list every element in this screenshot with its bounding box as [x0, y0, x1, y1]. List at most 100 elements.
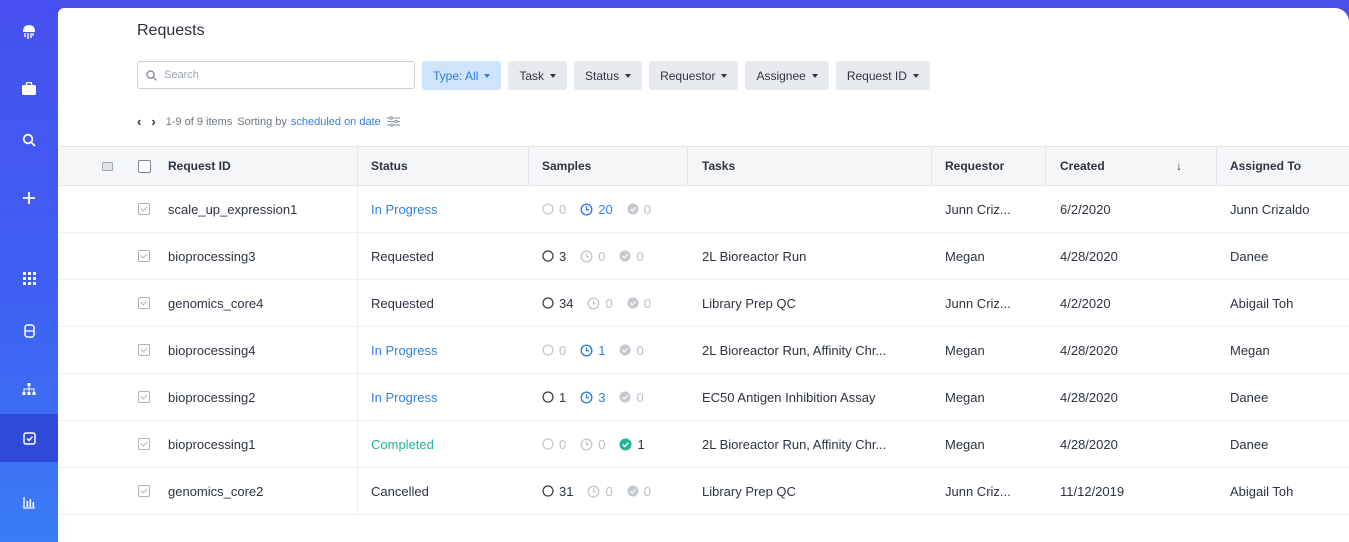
briefcase-icon[interactable] [0, 66, 58, 110]
filter-label: Status [585, 68, 620, 83]
tasks-cell: Library Prep QC [702, 483, 796, 499]
chevron-down-icon [811, 73, 818, 78]
table-row[interactable]: scale_up_expression1 In Progress 0 20 0 Junn … [58, 186, 1349, 233]
filter-task-button[interactable]: Task [508, 61, 568, 90]
col-requestor[interactable]: Requestor [945, 147, 1004, 185]
search-icon[interactable] [0, 118, 58, 162]
table-row[interactable]: genomics_core4 Requested 34 0 0 Library Prep … [58, 280, 1349, 327]
in-progress-samples-icon [580, 343, 593, 357]
sample-count-value: 1 [598, 342, 606, 358]
request-id-cell[interactable]: bioprocessing1 [168, 421, 255, 467]
in-progress-samples-icon [580, 390, 593, 404]
sample-count-value: 0 [598, 436, 606, 452]
table-row[interactable]: bioprocessing1 Completed 0 0 1 2L Bioreactor … [58, 421, 1349, 468]
prev-page-icon[interactable]: ‹ [137, 114, 141, 129]
select-all-checkbox[interactable] [138, 147, 151, 185]
row-checkbox[interactable] [138, 186, 150, 232]
sample-count-value: 0 [559, 342, 567, 358]
sample-count-value: 20 [598, 201, 613, 217]
col-request-id[interactable]: Request ID [168, 147, 231, 185]
sample-count-value: 0 [636, 342, 644, 358]
request-id-cell[interactable]: genomics_core2 [168, 468, 263, 514]
col-samples[interactable]: Samples [542, 147, 591, 185]
window-frame [0, 0, 1349, 8]
row-checkbox[interactable] [138, 280, 150, 326]
completed-samples-icon [627, 485, 639, 497]
column-settings-icon[interactable] [102, 147, 113, 185]
sort-settings-icon[interactable] [386, 116, 400, 127]
apps-grid-icon[interactable] [0, 256, 58, 300]
requestor-cell: Megan [945, 248, 985, 264]
sort-field-link[interactable]: scheduled on date [291, 116, 381, 128]
filter-type-all-button[interactable]: Type: All [422, 61, 502, 90]
row-checkbox[interactable] [138, 374, 150, 420]
sidebar [0, 0, 58, 542]
status-cell: Completed [371, 436, 434, 452]
hierarchy-icon[interactable] [0, 367, 58, 411]
tasks-cell: 2L Bioreactor Run, Affinity Chr... [702, 342, 887, 358]
assigned-to-cell: Megan [1230, 342, 1270, 358]
table-row[interactable]: bioprocessing2 In Progress 1 3 0 EC50 Antigen… [58, 374, 1349, 421]
col-created[interactable]: Created [1060, 147, 1105, 185]
search-placeholder: Search [164, 69, 199, 81]
samples-cell: 0 1 0 [542, 327, 658, 373]
table-body: scale_up_expression1 In Progress 0 20 0 Junn … [58, 186, 1349, 515]
row-checkbox[interactable] [138, 468, 150, 514]
bar-chart-icon[interactable] [0, 480, 58, 524]
requestor-cell: Megan [945, 389, 985, 405]
samples-cell: 34 0 0 [542, 280, 665, 326]
pager: ‹ › 1-9 of 9 items Sorting by scheduled … [137, 114, 400, 129]
col-status[interactable]: Status [371, 147, 408, 185]
sample-count: 0 [542, 437, 566, 452]
sample-count: 0 [619, 249, 644, 264]
status-cell: In Progress [371, 201, 438, 217]
sample-count: 0 [587, 484, 613, 499]
tasks-cell [702, 186, 922, 232]
filter-assignee-button[interactable]: Assignee [745, 61, 829, 90]
table-row[interactable]: bioprocessing4 In Progress 0 1 0 2L Bioreacto… [58, 327, 1349, 374]
requests-icon[interactable] [0, 414, 58, 462]
col-assigned-to[interactable]: Assigned To [1230, 147, 1301, 185]
filter-label: Task [519, 68, 545, 83]
sort-desc-icon[interactable]: ↓ [1176, 147, 1182, 185]
sample-count: 3 [580, 390, 605, 405]
created-cell: 4/28/2020 [1060, 342, 1118, 358]
sample-count: 0 [587, 296, 613, 311]
filter-requestor-button[interactable]: Requestor [649, 61, 739, 90]
sample-count: 0 [619, 342, 644, 358]
request-id-cell[interactable]: genomics_core4 [168, 280, 263, 326]
samples-cell: 31 0 0 [542, 468, 665, 514]
requestor-cell: Junn Criz... [945, 483, 1011, 499]
table-row[interactable]: genomics_core2 Cancelled 31 0 0 Library Prep … [58, 468, 1349, 515]
created-cell: 4/28/2020 [1060, 248, 1118, 264]
request-id-cell[interactable]: bioprocessing3 [168, 233, 255, 279]
filter-label: Assignee [756, 68, 806, 83]
in-progress-samples-icon [587, 484, 600, 498]
sample-count: 1 [542, 390, 566, 405]
pending-samples-icon [542, 344, 554, 356]
table-row[interactable]: bioprocessing3 Requested 3 0 0 2L Bioreactor … [58, 233, 1349, 280]
plus-icon[interactable] [0, 176, 58, 220]
request-id-cell[interactable]: bioprocessing4 [168, 327, 255, 373]
sample-count-value: 3 [598, 389, 606, 405]
request-id-cell[interactable]: scale_up_expression1 [168, 186, 297, 232]
sample-count-value: 0 [643, 483, 651, 499]
logo-icon[interactable] [0, 12, 58, 56]
next-page-icon[interactable]: › [151, 114, 155, 129]
filter-status-button[interactable]: Status [574, 61, 643, 90]
row-checkbox[interactable] [138, 327, 150, 373]
search-input[interactable]: Search [137, 61, 415, 89]
request-id-cell[interactable]: bioprocessing2 [168, 374, 255, 420]
row-checkbox[interactable] [138, 233, 150, 279]
sample-count-value: 0 [559, 436, 567, 452]
chevron-down-icon [912, 73, 919, 78]
sample-count: 0 [627, 484, 651, 499]
col-tasks[interactable]: Tasks [702, 147, 735, 185]
created-cell: 11/12/2019 [1060, 483, 1125, 499]
row-checkbox[interactable] [138, 421, 150, 467]
filter-request-id-button[interactable]: Request ID [835, 61, 930, 90]
in-progress-samples-icon [580, 437, 593, 451]
assigned-to-cell: Danee [1230, 248, 1269, 264]
sample-count-value: 0 [643, 295, 651, 311]
database-icon[interactable] [0, 309, 58, 353]
